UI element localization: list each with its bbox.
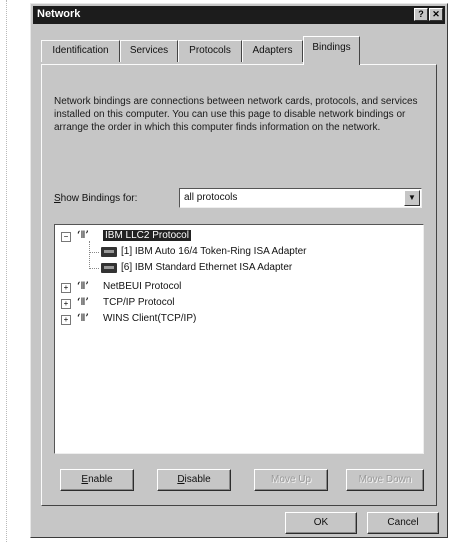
network-adapter-icon (101, 247, 117, 257)
expand-icon[interactable]: + (61, 299, 71, 309)
bindings-description: Network bindings are connections between… (54, 96, 418, 133)
tree-item-label: [6] IBM Standard Ethernet ISA Adapter (121, 262, 293, 273)
title-bar[interactable]: Network ? ✕ (33, 6, 445, 24)
protocol-icon: ‘ǁ’ (77, 281, 89, 292)
tab-adapters[interactable]: Adapters (242, 40, 303, 62)
protocol-icon: ‘ǁ’ (77, 297, 89, 308)
tree-item-netbeui[interactable]: + ‘ǁ’ NetBEUI Protocol (55, 280, 415, 296)
tree-item-token-ring-adapter[interactable]: [1] IBM Auto 16/4 Token-Ring ISA Adapter (55, 245, 415, 261)
tree-item-tcpip[interactable]: + ‘ǁ’ TCP/IP Protocol (55, 296, 415, 312)
close-button[interactable]: ✕ (429, 8, 443, 21)
disable-button[interactable]: Disable (157, 469, 231, 491)
show-bindings-value: all protocols (184, 192, 238, 203)
network-dialog: Network ? ✕ Identification Services Prot… (30, 3, 448, 538)
tree-item-label: TCP/IP Protocol (103, 297, 175, 308)
tab-services[interactable]: Services (120, 40, 178, 62)
close-icon: ✕ (432, 9, 440, 19)
show-bindings-label-text: how Bindings for: (60, 193, 138, 204)
help-button[interactable]: ? (414, 8, 428, 21)
dropdown-button[interactable]: ▼ (404, 190, 420, 206)
show-bindings-select[interactable]: all protocols ▼ (179, 188, 422, 208)
tab-bindings[interactable]: Bindings (303, 36, 360, 65)
protocol-icon: ‘ǁ’ (77, 313, 89, 324)
expand-icon[interactable]: + (61, 283, 71, 293)
tab-identification[interactable]: Identification (41, 40, 120, 62)
expand-icon[interactable]: + (61, 315, 71, 325)
disable-accel: D (177, 474, 185, 485)
collapse-icon[interactable]: − (61, 232, 71, 242)
move-down-button[interactable]: Move Down (346, 469, 424, 491)
tree-item-label: IBM LLC2 Protocol (103, 230, 191, 241)
tree-item-label: WINS Client(TCP/IP) (103, 313, 197, 324)
bindings-tree[interactable]: − ‘ǁ’ IBM LLC2 Protocol [1] IBM Auto 16/… (54, 224, 424, 454)
network-adapter-icon (101, 263, 117, 273)
show-bindings-label: Show Bindings for: (54, 193, 137, 204)
bindings-panel: Network bindings are connections between… (41, 64, 437, 506)
help-icon: ? (418, 9, 424, 19)
tree-item-label: [1] IBM Auto 16/4 Token-Ring ISA Adapter (121, 246, 307, 257)
tree-item-ethernet-adapter[interactable]: [6] IBM Standard Ethernet ISA Adapter (55, 261, 415, 277)
cancel-button[interactable]: Cancel (367, 512, 439, 534)
ok-button[interactable]: OK (285, 512, 357, 534)
show-bindings-accel: S (54, 193, 61, 204)
tree-item-label: NetBEUI Protocol (103, 281, 182, 292)
tree-item-wins-client[interactable]: + ‘ǁ’ WINS Client(TCP/IP) (55, 312, 415, 328)
tab-protocols[interactable]: Protocols (178, 40, 242, 62)
page-margin-guide (6, 0, 7, 542)
chevron-down-icon: ▼ (408, 193, 416, 202)
disable-label: isable (184, 474, 211, 485)
window-title: Network (37, 8, 81, 20)
tree-item-ibm-llc2[interactable]: − ‘ǁ’ IBM LLC2 Protocol (55, 229, 415, 245)
move-up-button[interactable]: Move Up (254, 469, 328, 491)
protocol-icon: ‘ǁ’ (77, 230, 89, 241)
enable-label: nable (88, 474, 113, 485)
enable-button[interactable]: Enable (60, 469, 134, 491)
